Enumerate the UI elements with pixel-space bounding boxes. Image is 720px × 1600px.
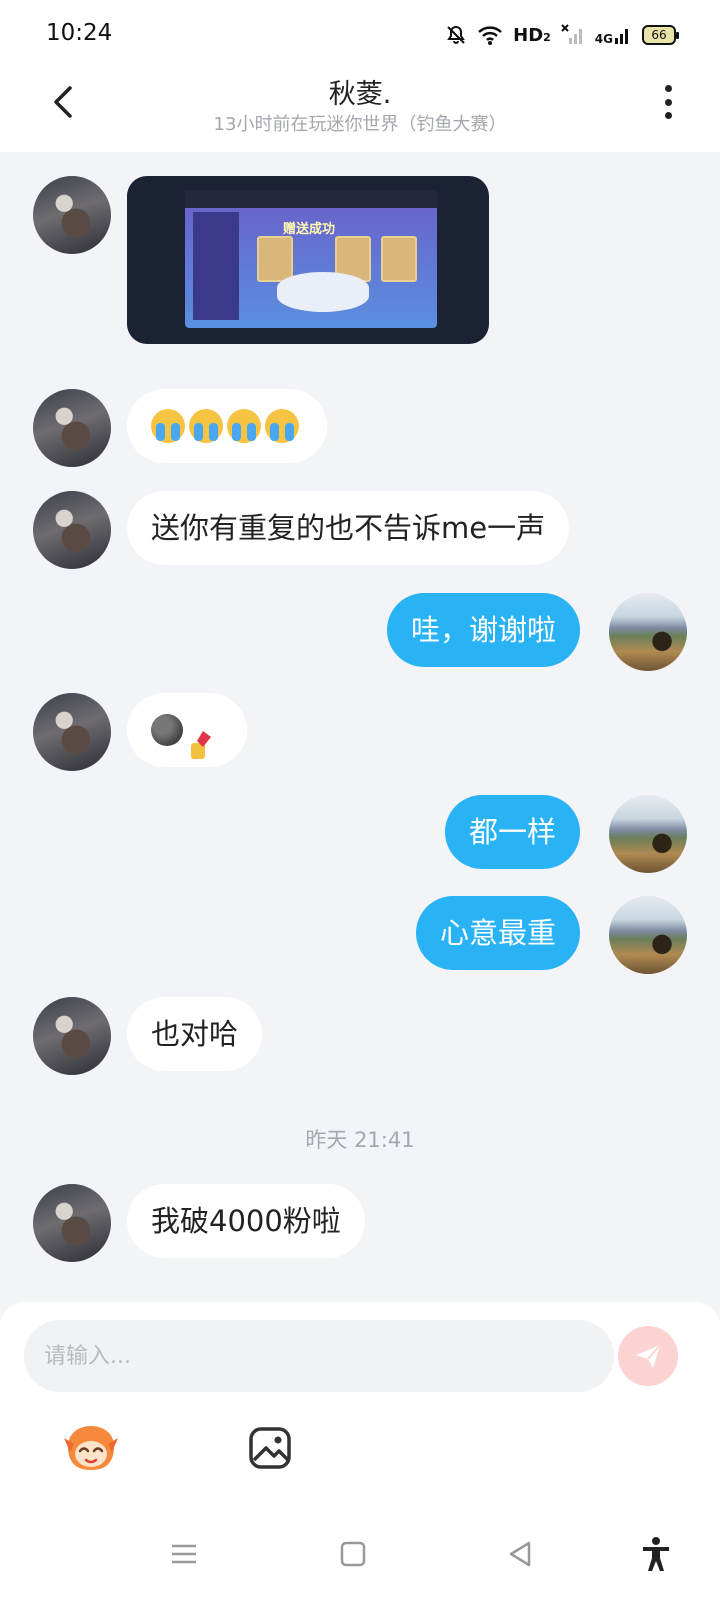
emoji-row: [151, 389, 303, 463]
peer-avatar[interactable]: [33, 491, 111, 569]
text-message[interactable]: 我破4000粉啦: [127, 1184, 365, 1258]
network-sub-label: 2: [543, 30, 551, 44]
crying-face-emoji: [151, 409, 185, 443]
wifi-icon: [477, 24, 503, 46]
text-message[interactable]: 心意最重: [415, 896, 580, 970]
game-item: [257, 236, 293, 282]
signal-icon: 4G: [595, 24, 632, 46]
system-nav-bar: [0, 1520, 720, 1600]
peer-avatar[interactable]: [33, 176, 111, 254]
game-screenshot-image: 赠送成功: [185, 190, 437, 328]
send-button[interactable]: [618, 1326, 678, 1386]
self-avatar[interactable]: [609, 795, 687, 873]
mute-bell-icon: [445, 24, 467, 46]
cell-label: 4G: [594, 32, 613, 46]
message-timestamp: 昨天 21:41: [305, 1128, 415, 1152]
crying-face-emoji: [189, 409, 223, 443]
more-dot: [664, 85, 672, 92]
emoji-row: [151, 693, 223, 767]
status-time: 10:24: [46, 20, 113, 46]
game-sidebar: [193, 212, 239, 320]
more-options-button[interactable]: [658, 82, 678, 122]
menu-button[interactable]: [164, 1534, 204, 1574]
network-type-label: HD2: [513, 25, 551, 46]
text-message[interactable]: 都一样: [444, 795, 580, 869]
text-message[interactable]: 哇，谢谢啦: [386, 593, 580, 667]
game-item: [381, 236, 417, 282]
emoji-message[interactable]: [127, 693, 247, 767]
text-message[interactable]: 送你有重复的也不告诉me一声: [127, 491, 570, 565]
nail-polish-emoji: [187, 714, 215, 759]
more-dot: [664, 112, 672, 119]
status-icons: HD2 4G 66: [445, 22, 679, 48]
message-list[interactable]: 赠送成功 送你有重复的也不告诉me一声 哇，谢谢啦 都一样 心意最重 也对哈 昨…: [0, 152, 720, 1302]
accessibility-icon: [643, 1537, 669, 1571]
mascot-sticker-icon: [64, 1426, 118, 1470]
sticker-button[interactable]: [62, 1424, 120, 1474]
game-header: [185, 190, 437, 208]
message-input[interactable]: [24, 1320, 614, 1392]
self-avatar[interactable]: [609, 593, 687, 671]
text-message[interactable]: 也对哈: [127, 997, 263, 1071]
image-picker-button[interactable]: [248, 1426, 292, 1470]
image-picker-icon: [249, 1427, 291, 1469]
new-moon-face-emoji: [151, 714, 183, 746]
accessibility-button[interactable]: [636, 1534, 676, 1574]
send-plane-icon: [636, 1344, 661, 1368]
game-cake: [277, 272, 369, 312]
chat-header: 秋菱. 13小时前在玩迷你世界（钓鱼大赛）: [0, 70, 720, 152]
composer-panel: [0, 1302, 720, 1600]
signal-x-icon: [561, 24, 585, 46]
peer-avatar[interactable]: [33, 389, 111, 467]
status-bar: 10:24 HD2 4G 66: [0, 0, 720, 70]
self-avatar[interactable]: [609, 896, 687, 974]
peer-avatar[interactable]: [33, 997, 111, 1075]
chat-title: 秋菱.: [328, 79, 392, 110]
menu-icon: [172, 1544, 196, 1564]
emoji-message[interactable]: [127, 389, 327, 463]
peer-avatar[interactable]: [33, 1184, 111, 1262]
crying-face-emoji: [227, 409, 261, 443]
peer-avatar[interactable]: [33, 693, 111, 771]
home-square-icon: [340, 1541, 366, 1567]
game-title: 赠送成功: [283, 222, 336, 237]
more-dot: [664, 98, 672, 106]
battery-icon: 66: [642, 25, 679, 45]
battery-level: 66: [651, 28, 667, 42]
chat-subtitle: 13小时前在玩迷你世界（钓鱼大赛）: [213, 114, 507, 135]
back-triangle-icon: [509, 1541, 531, 1567]
image-message[interactable]: 赠送成功: [127, 176, 489, 344]
home-button[interactable]: [333, 1534, 373, 1574]
nav-back-button[interactable]: [500, 1534, 540, 1574]
crying-face-emoji: [265, 409, 299, 443]
network-label: HD: [513, 24, 544, 46]
